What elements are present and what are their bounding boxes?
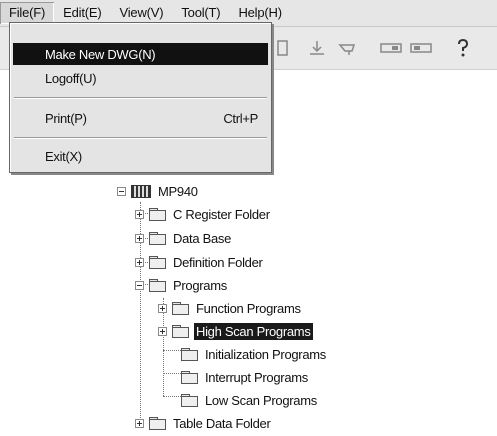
button-icon[interactable] — [272, 35, 294, 61]
panel-icon[interactable] — [378, 35, 404, 61]
menu-item-label: Make New DWG(N) — [45, 46, 156, 62]
tree-item-mp940[interactable]: MP940 — [117, 180, 200, 202]
tree-item-high-scan-programs[interactable]: High Scan Programs — [158, 320, 313, 342]
tree-item-c-register-folder[interactable]: C Register Folder — [135, 203, 272, 225]
tree-item-label: Function Programs — [196, 300, 301, 316]
menu-tool[interactable]: Tool(T) — [172, 2, 229, 24]
tree-item-initialization-programs[interactable]: Initialization Programs — [172, 343, 328, 365]
menu-item-print[interactable]: Print(P) Ctrl+P — [13, 107, 268, 129]
help-icon[interactable] — [450, 35, 476, 61]
menu-item-label: Logoff(U) — [45, 70, 97, 86]
folder-icon — [181, 370, 198, 384]
tree-item-label: Interrupt Programs — [205, 369, 308, 385]
folder-icon — [149, 255, 166, 269]
tree-item-low-scan-programs[interactable]: Low Scan Programs — [172, 389, 319, 411]
tree-item-table-data-folder[interactable]: Table Data Folder — [135, 412, 273, 434]
expand-toggle[interactable] — [135, 257, 144, 267]
menu-item-shortcut: Ctrl+P — [223, 110, 258, 126]
app-window: File(F) Edit(E) View(V) Tool(T) Help(H) — [0, 0, 497, 436]
expand-toggle[interactable] — [135, 418, 144, 428]
tree-item-definition-folder[interactable]: Definition Folder — [135, 251, 265, 273]
menu-file[interactable]: File(F) — [0, 2, 55, 24]
panel-icon-2[interactable] — [408, 35, 434, 61]
tree-item-label: Initialization Programs — [205, 346, 326, 362]
tree-item-label: Programs — [173, 277, 227, 293]
folder-icon — [149, 416, 166, 430]
menu-edit[interactable]: Edit(E) — [54, 2, 110, 24]
tree-item-label: Low Scan Programs — [205, 392, 317, 408]
tree-item-label: C Register Folder — [173, 206, 270, 222]
expand-toggle[interactable] — [135, 233, 144, 243]
expand-toggle[interactable] — [135, 209, 144, 219]
controller-icon — [131, 184, 151, 198]
tree-item-interrupt-programs[interactable]: Interrupt Programs — [172, 366, 310, 388]
folder-icon — [149, 231, 166, 245]
menu-help[interactable]: Help(H) — [229, 2, 290, 24]
upload-icon[interactable] — [334, 35, 360, 61]
folder-icon — [149, 207, 166, 221]
folder-icon — [172, 324, 189, 338]
file-menu-dropdown: Make New DWG(N) Logoff(U) Print(P) Ctrl+… — [9, 22, 272, 173]
tree-item-programs[interactable]: Programs — [135, 274, 229, 296]
download-icon[interactable] — [304, 35, 330, 61]
collapse-toggle[interactable] — [117, 186, 126, 196]
menu-view[interactable]: View(V) — [111, 2, 173, 24]
menu-item-make-new-dwg[interactable]: Make New DWG(N) — [13, 43, 268, 65]
expand-toggle[interactable] — [158, 303, 167, 313]
menu-item-label: Print(P) — [45, 110, 87, 126]
folder-icon — [181, 393, 198, 407]
menu-item-exit[interactable]: Exit(X) — [13, 145, 268, 167]
collapse-toggle[interactable] — [135, 280, 144, 290]
expand-toggle[interactable] — [158, 326, 167, 336]
folder-icon — [172, 301, 189, 315]
tree-item-data-base[interactable]: Data Base — [135, 227, 233, 249]
menu-item-label: Exit(X) — [45, 148, 82, 164]
folder-open-icon — [149, 278, 166, 292]
tree-item-label-selected: High Scan Programs — [194, 322, 313, 340]
menu-separator — [14, 97, 267, 99]
tree-item-label: Table Data Folder — [173, 415, 271, 431]
folder-icon — [181, 347, 198, 361]
tree-item-label: MP940 — [158, 183, 198, 199]
menu-item-logoff[interactable]: Logoff(U) — [13, 67, 268, 89]
tree-item-function-programs[interactable]: Function Programs — [158, 297, 303, 319]
menu-separator — [14, 137, 267, 139]
tree-item-label: Definition Folder — [173, 254, 263, 270]
tree-item-label: Data Base — [173, 230, 232, 246]
